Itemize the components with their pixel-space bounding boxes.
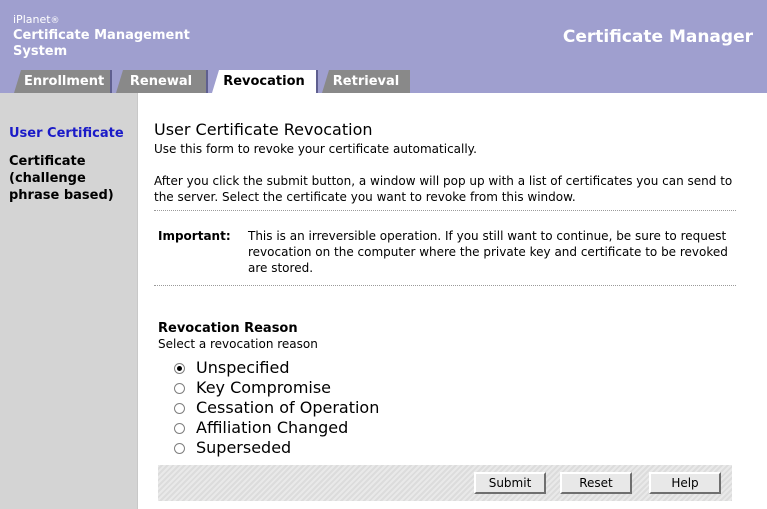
radio-selected-dot: [177, 366, 182, 371]
radio-button[interactable]: [174, 363, 185, 374]
reason-label: Key Compromise: [196, 378, 332, 397]
sidebar-item-challenge-phrase[interactable]: Certificate (challenge phrase based): [9, 153, 129, 204]
radio-button[interactable]: [174, 383, 185, 394]
reason-label: Unspecified: [196, 358, 290, 377]
divider: [154, 210, 736, 211]
reason-label: Superseded: [196, 438, 292, 457]
brand-line-1: Certificate Management: [13, 28, 190, 43]
tab-enrollment[interactable]: Enrollment: [14, 70, 110, 93]
tab-retrieval[interactable]: Retrieval: [322, 70, 410, 93]
tab-separator: [206, 70, 208, 93]
product-logo: iPlanet® Certificate Management System: [13, 13, 190, 60]
radio-button[interactable]: [174, 403, 185, 414]
help-button[interactable]: Help: [649, 472, 721, 494]
important-text: This is an irreversible operation. If yo…: [248, 229, 728, 275]
button-bar: Submit Reset Help: [158, 465, 732, 501]
instructions-text: After you click the submit button, a win…: [154, 174, 733, 204]
tab-revocation[interactable]: Revocation: [212, 70, 316, 93]
header-bar: iPlanet® Certificate Management System C…: [0, 0, 767, 93]
submit-button[interactable]: Submit: [474, 472, 546, 494]
radio-button[interactable]: [174, 443, 185, 454]
reason-label: Affiliation Changed: [196, 418, 349, 437]
radio-button[interactable]: [174, 423, 185, 434]
brand-line-2: System: [13, 44, 68, 59]
brand-name: iPlanet: [13, 13, 51, 26]
main-content: User Certificate Revocation Use this for…: [137, 93, 767, 509]
intro-text: Use this form to revoke your certificate…: [154, 142, 477, 156]
tab-renewal[interactable]: Renewal: [116, 70, 206, 93]
revocation-reason-subtitle: Select a revocation reason: [158, 337, 318, 351]
tab-separator: [316, 70, 318, 93]
app-title: Certificate Manager: [562, 27, 753, 47]
reset-button[interactable]: Reset: [560, 472, 632, 494]
revocation-reason-heading: Revocation Reason: [158, 321, 298, 336]
divider: [154, 285, 736, 286]
sidebar-item-user-certificate[interactable]: User Certificate: [9, 125, 124, 142]
tab-separator: [110, 70, 112, 93]
page-title: User Certificate Revocation: [154, 120, 373, 139]
registered-mark: ®: [50, 16, 60, 26]
sidebar: User Certificate Certificate (challenge …: [0, 93, 137, 509]
important-label: Important:: [158, 229, 231, 243]
reason-label: Cessation of Operation: [196, 398, 380, 417]
